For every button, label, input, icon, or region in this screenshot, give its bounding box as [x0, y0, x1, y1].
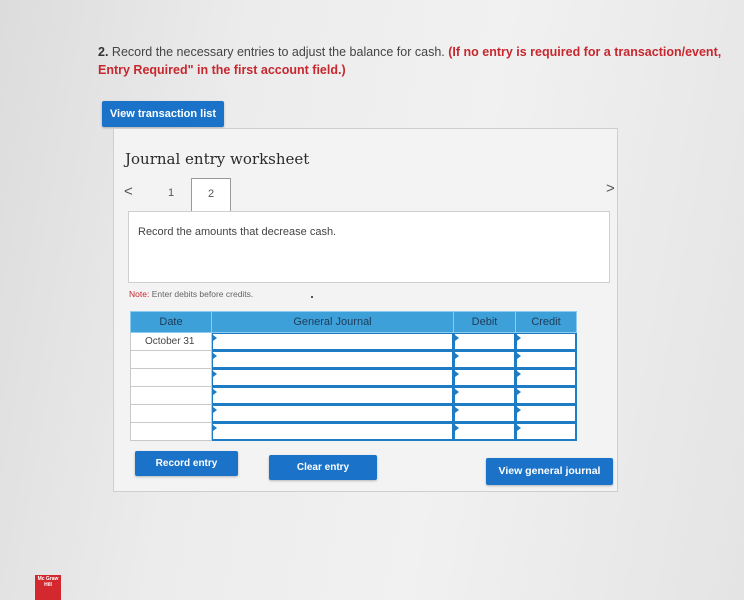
- column-header-debit: Debit: [453, 311, 516, 333]
- note-label: Note:: [129, 289, 150, 299]
- question-emphasis: (If no entry is required for a transacti…: [448, 45, 722, 59]
- debit-field[interactable]: [453, 422, 516, 441]
- question-emphasis-line2: Entry Required" in the first account fie…: [98, 63, 346, 77]
- instruction-text: Record the amounts that decrease cash.: [138, 226, 337, 238]
- date-cell[interactable]: [130, 386, 212, 405]
- credit-field[interactable]: [515, 350, 577, 369]
- table-row: [130, 404, 577, 423]
- account-field[interactable]: [211, 422, 454, 441]
- account-field[interactable]: [211, 386, 454, 405]
- chevron-right-icon[interactable]: >: [606, 180, 615, 197]
- debit-field[interactable]: [453, 350, 516, 369]
- account-field[interactable]: [211, 404, 454, 423]
- journal-table: Date General Journal Debit Credit Octobe…: [130, 311, 577, 441]
- credit-field[interactable]: [515, 386, 577, 405]
- instruction-box: [128, 211, 610, 283]
- debit-field[interactable]: [453, 332, 516, 351]
- debit-field[interactable]: [453, 368, 516, 387]
- credit-field[interactable]: [515, 368, 577, 387]
- credit-field[interactable]: [515, 332, 577, 351]
- column-header-credit: Credit: [515, 311, 577, 333]
- mouse-cursor: [311, 296, 313, 298]
- question-number: 2.: [98, 45, 109, 59]
- date-cell[interactable]: [130, 368, 212, 387]
- view-transaction-list-button[interactable]: View transaction list: [102, 101, 224, 127]
- table-row: [130, 386, 577, 405]
- page-tab-1[interactable]: 1: [168, 187, 174, 199]
- date-cell[interactable]: [130, 404, 212, 423]
- column-header-date: Date: [130, 311, 212, 333]
- question-text: 2. Record the necessary entries to adjus…: [98, 43, 738, 79]
- worksheet-title: Journal entry worksheet: [125, 150, 310, 168]
- view-general-journal-button[interactable]: View general journal: [486, 458, 613, 485]
- clear-entry-button[interactable]: Clear entry: [269, 455, 377, 480]
- page-tab-2[interactable]: 2: [191, 178, 231, 212]
- note: Note: Enter debits before credits.: [129, 289, 253, 299]
- credit-field[interactable]: [515, 404, 577, 423]
- date-cell[interactable]: [130, 422, 212, 441]
- record-entry-button[interactable]: Record entry: [135, 451, 238, 476]
- debit-field[interactable]: [453, 404, 516, 423]
- account-field[interactable]: [211, 332, 454, 351]
- account-field[interactable]: [211, 350, 454, 369]
- column-header-general-journal: General Journal: [211, 311, 454, 333]
- account-field[interactable]: [211, 368, 454, 387]
- question-body: Record the necessary entries to adjust t…: [111, 45, 445, 59]
- date-cell[interactable]: October 31: [130, 332, 212, 351]
- table-header-row: Date General Journal Debit Credit: [130, 311, 577, 333]
- debit-field[interactable]: [453, 386, 516, 405]
- table-row: [130, 350, 577, 369]
- credit-field[interactable]: [515, 422, 577, 441]
- chevron-left-icon[interactable]: <: [124, 183, 133, 200]
- mcgraw-hill-logo: Mc Graw Hill: [35, 575, 61, 600]
- date-cell[interactable]: [130, 350, 212, 369]
- note-text: Enter debits before credits.: [151, 289, 254, 299]
- table-row: [130, 422, 577, 441]
- table-row: October 31: [130, 332, 577, 351]
- table-row: [130, 368, 577, 387]
